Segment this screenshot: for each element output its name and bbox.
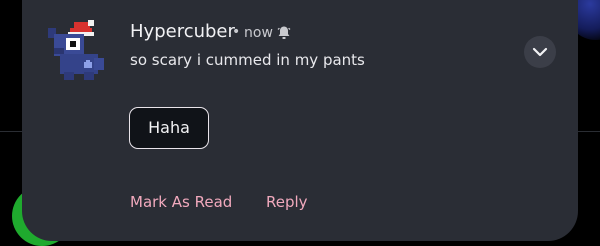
- chevron-down-icon: [532, 47, 548, 57]
- expand-button[interactable]: [524, 36, 556, 68]
- avatar: [44, 18, 114, 82]
- notification-message: so scary i cummed in my pants: [130, 51, 365, 69]
- app-name: Hypercuber: [130, 21, 235, 42]
- mark-as-read-button[interactable]: Mark As Read: [130, 193, 232, 211]
- bell-alert-icon: [276, 25, 292, 41]
- background-divider: [578, 131, 600, 132]
- smart-reply-button[interactable]: Haha: [129, 107, 209, 149]
- separator-dot: •: [232, 24, 241, 40]
- background-divider: [0, 131, 22, 132]
- avatar-icon: [48, 20, 104, 80]
- timestamp: now: [244, 25, 273, 41]
- reply-button[interactable]: Reply: [266, 193, 308, 211]
